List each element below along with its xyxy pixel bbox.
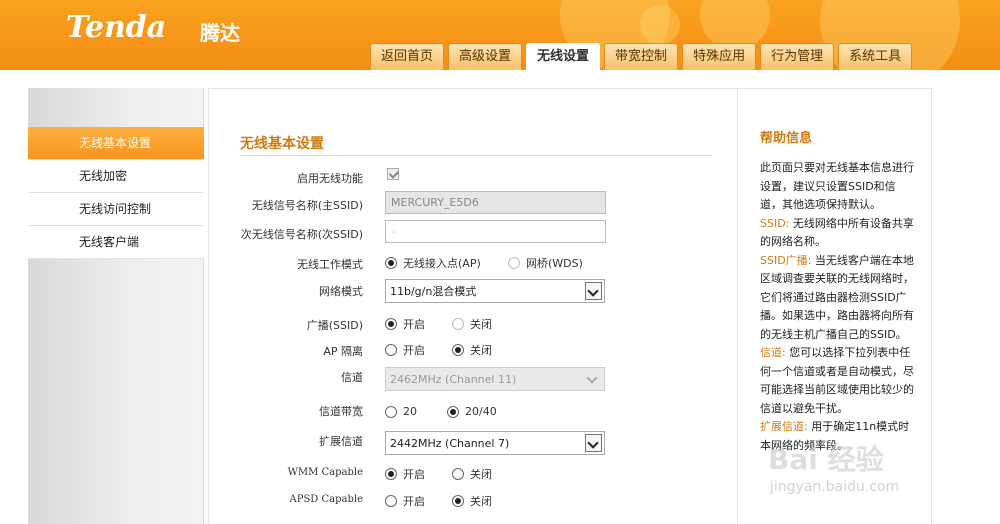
tab-advanced[interactable]: 高级设置 <box>448 43 523 70</box>
apsd-on-radio[interactable]: 开启 <box>385 493 452 509</box>
ssid-secondary-input[interactable]: - <box>385 220 606 243</box>
work-mode-ap-radio[interactable]: 无线接入点(AP) <box>385 255 508 271</box>
sidebar-item-clients[interactable]: 无线客户端 <box>28 226 204 259</box>
sidebar-item-access-control[interactable]: 无线访问控制 <box>28 193 204 226</box>
enable-wireless-label: 启用无线功能 <box>297 172 363 185</box>
tab-home[interactable]: 返回首页 <box>370 43 445 70</box>
ssid-primary-input[interactable]: MERCURY_E5D6 <box>385 191 606 214</box>
chevron-down-icon <box>585 434 602 452</box>
help-broadcast-keyword: SSID广播: <box>760 253 812 267</box>
broadcast-group: 开启 关闭 <box>385 316 492 332</box>
apsd-label: APSD Capable <box>289 494 364 505</box>
wmm-on-radio[interactable]: 开启 <box>385 466 452 482</box>
channel-label: 信道 <box>341 371 363 384</box>
ext-channel-label: 扩展信道 <box>319 435 363 448</box>
main-panel: 无线基本设置 启用无线功能 无线信号名称(主SSID) MERCURY_E5D6… <box>208 88 738 524</box>
ssid-secondary-label: 次无线信号名称(次SSID) <box>240 228 363 241</box>
help-intro: 此页面只要对无线基本信息进行设置，建议只设置SSID和信道，其他选项保持默认。 <box>760 161 914 211</box>
help-ext-keyword: 扩展信道: <box>760 420 808 433</box>
ap-isolation-group: 开启 关闭 <box>385 342 492 358</box>
tab-special[interactable]: 特殊应用 <box>682 43 757 70</box>
chevron-down-icon <box>585 370 602 388</box>
wmm-group: 开启 关闭 <box>385 466 492 482</box>
apsd-off-radio[interactable]: 关闭 <box>452 493 492 509</box>
tab-wireless[interactable]: 无线设置 <box>526 43 601 70</box>
header: Tenda 腾达 返回首页 高级设置 无线设置 带宽控制 特殊应用 行为管理 系… <box>0 0 1000 70</box>
help-title: 帮助信息 <box>760 131 813 146</box>
sidebar-item-encryption[interactable]: 无线加密 <box>28 160 204 193</box>
baidu-watermark: Bai 经验 <box>768 443 884 476</box>
help-channel-keyword: 信道: <box>760 346 786 359</box>
network-mode-label: 网络模式 <box>319 285 363 298</box>
top-tabs: 返回首页 高级设置 无线设置 带宽控制 特殊应用 行为管理 系统工具 <box>370 43 913 70</box>
tenda-logo-cn: 腾达 <box>200 21 240 45</box>
broadcast-on-radio[interactable]: 开启 <box>385 316 452 332</box>
tab-bandwidth[interactable]: 带宽控制 <box>604 43 679 70</box>
bandwidth-label: 信道带宽 <box>319 405 363 418</box>
ssid-primary-label: 无线信号名称(主SSID) <box>251 199 363 212</box>
broadcast-label: 广播(SSID) <box>306 319 363 332</box>
network-mode-select[interactable]: 11b/g/n混合模式 <box>385 279 605 303</box>
sidebar: 无线基本设置 无线加密 无线访问控制 无线客户端 <box>28 88 204 524</box>
work-mode-label: 无线工作模式 <box>297 258 363 271</box>
enable-wireless-checkbox[interactable] <box>387 168 399 180</box>
ap-isolation-label: AP 隔离 <box>323 345 363 358</box>
page-title: 无线基本设置 <box>240 136 324 152</box>
bandwidth-group: 20 20/40 <box>385 405 497 418</box>
title-divider <box>240 155 712 156</box>
ap-isolation-off-radio[interactable]: 关闭 <box>452 342 492 358</box>
network-mode-value: 11b/g/n混合模式 <box>390 285 477 298</box>
wmm-label: WMM Capable <box>287 467 363 478</box>
work-mode-group: 无线接入点(AP) 网桥(WDS) <box>385 255 583 271</box>
ap-isolation-on-radio[interactable]: 开启 <box>385 342 452 358</box>
channel-select[interactable]: 2462MHz (Channel 11) <box>385 367 605 391</box>
ext-channel-select[interactable]: 2442MHz (Channel 7) <box>385 431 605 455</box>
broadcast-off-radio[interactable]: 关闭 <box>452 316 492 332</box>
sidebar-item-basic[interactable]: 无线基本设置 <box>28 127 204 160</box>
chevron-down-icon <box>585 282 602 300</box>
work-mode-wds-radio[interactable]: 网桥(WDS) <box>508 255 583 271</box>
tab-behavior[interactable]: 行为管理 <box>760 43 835 70</box>
bandwidth-2040-radio[interactable]: 20/40 <box>447 405 497 418</box>
wmm-off-radio[interactable]: 关闭 <box>452 466 492 482</box>
tenda-logo: Tenda <box>66 10 167 45</box>
channel-value: 2462MHz (Channel 11) <box>390 373 517 386</box>
apsd-group: 开启 关闭 <box>385 493 492 509</box>
help-body: 此页面只要对无线基本信息进行设置，建议只设置SSID和信道，其他选项保持默认。 … <box>760 159 915 455</box>
help-ssid-keyword: SSID: <box>760 216 790 230</box>
tab-system[interactable]: 系统工具 <box>838 43 913 70</box>
ext-channel-value: 2442MHz (Channel 7) <box>390 437 510 450</box>
baidu-watermark-url: jingyan.baidu.com <box>770 479 900 495</box>
bandwidth-20-radio[interactable]: 20 <box>385 405 447 418</box>
